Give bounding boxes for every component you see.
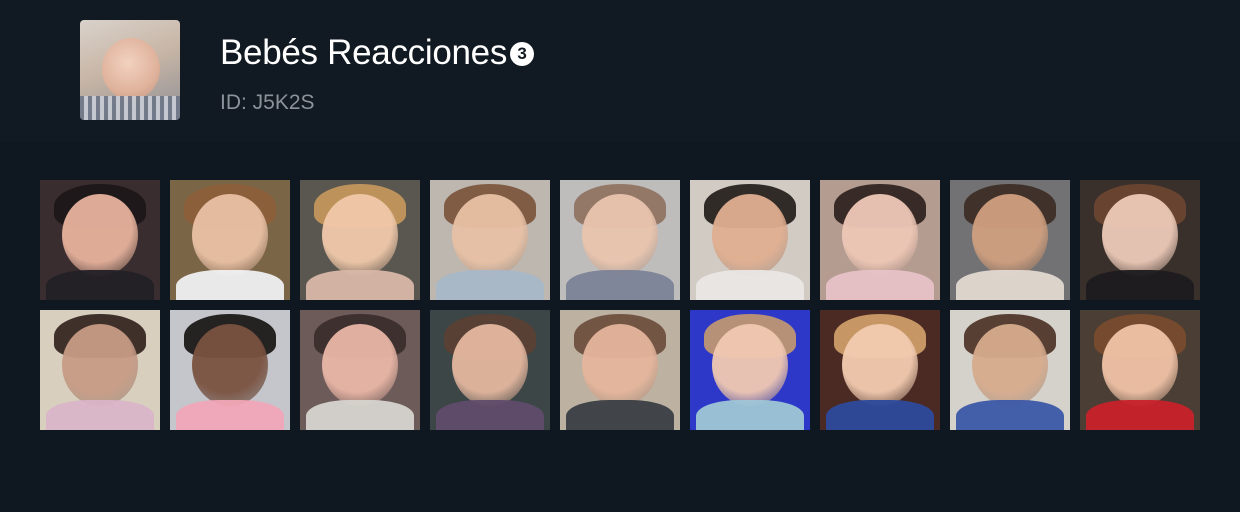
baby-avatar-icon	[102, 38, 160, 100]
sticker-face	[712, 194, 788, 276]
sticker-tile[interactable]	[820, 180, 940, 300]
sticker-face	[1102, 194, 1178, 276]
sticker-body	[696, 270, 804, 300]
sticker-tile[interactable]	[950, 180, 1070, 300]
sticker-tile[interactable]	[170, 310, 290, 430]
channel-id: ID: J5K2S	[220, 91, 315, 114]
sticker-tile[interactable]	[430, 180, 550, 300]
sticker-body	[176, 270, 284, 300]
channel-avatar[interactable]	[80, 20, 180, 120]
sticker-face	[582, 194, 658, 276]
sticker-tile[interactable]	[690, 180, 810, 300]
sticker-tile[interactable]	[950, 310, 1070, 430]
sticker-tile[interactable]	[1080, 180, 1200, 300]
sticker-face	[1102, 324, 1178, 406]
sticker-body	[176, 400, 284, 430]
sticker-tile[interactable]	[560, 180, 680, 300]
title-row: Bebés Reacciones 3	[220, 33, 535, 73]
sticker-tile[interactable]	[300, 310, 420, 430]
sticker-tile[interactable]	[820, 310, 940, 430]
sticker-tile[interactable]	[40, 180, 160, 300]
sticker-body	[956, 270, 1064, 300]
sticker-body	[566, 270, 674, 300]
sticker-tile[interactable]	[300, 180, 420, 300]
sticker-tile[interactable]	[40, 310, 160, 430]
sticker-body	[436, 400, 544, 430]
sticker-face	[842, 324, 918, 406]
sticker-face	[972, 194, 1048, 276]
sticker-body	[826, 270, 934, 300]
sticker-body	[566, 400, 674, 430]
sticker-face	[322, 194, 398, 276]
sticker-tile[interactable]	[430, 310, 550, 430]
sticker-body	[436, 270, 544, 300]
channel-name: Bebés Reacciones	[220, 33, 508, 72]
sticker-tile[interactable]	[690, 310, 810, 430]
sticker-face	[452, 324, 528, 406]
sticker-face	[452, 194, 528, 276]
sticker-face	[842, 194, 918, 276]
sticker-tile[interactable]	[1080, 310, 1200, 430]
sticker-tile[interactable]	[560, 310, 680, 430]
sticker-face	[582, 324, 658, 406]
sticker-body	[696, 400, 804, 430]
sticker-body	[1086, 400, 1194, 430]
sticker-face	[62, 324, 138, 406]
sticker-face	[322, 324, 398, 406]
sticker-body	[306, 270, 414, 300]
sticker-tile[interactable]	[170, 180, 290, 300]
sticker-face	[972, 324, 1048, 406]
sticker-grid	[40, 180, 1200, 430]
sticker-body	[46, 400, 154, 430]
avatar-shirt	[80, 96, 180, 120]
sticker-face	[192, 194, 268, 276]
count-badge: 3	[510, 42, 535, 66]
sticker-body	[956, 400, 1064, 430]
sticker-body	[1086, 270, 1194, 300]
channel-header: Bebés Reacciones 3 ID: J5K2S	[0, 0, 1240, 141]
sticker-body	[826, 400, 934, 430]
sticker-body	[46, 270, 154, 300]
sticker-body	[306, 400, 414, 430]
sticker-face	[192, 324, 268, 406]
sticker-face	[62, 194, 138, 276]
sticker-face	[712, 324, 788, 406]
